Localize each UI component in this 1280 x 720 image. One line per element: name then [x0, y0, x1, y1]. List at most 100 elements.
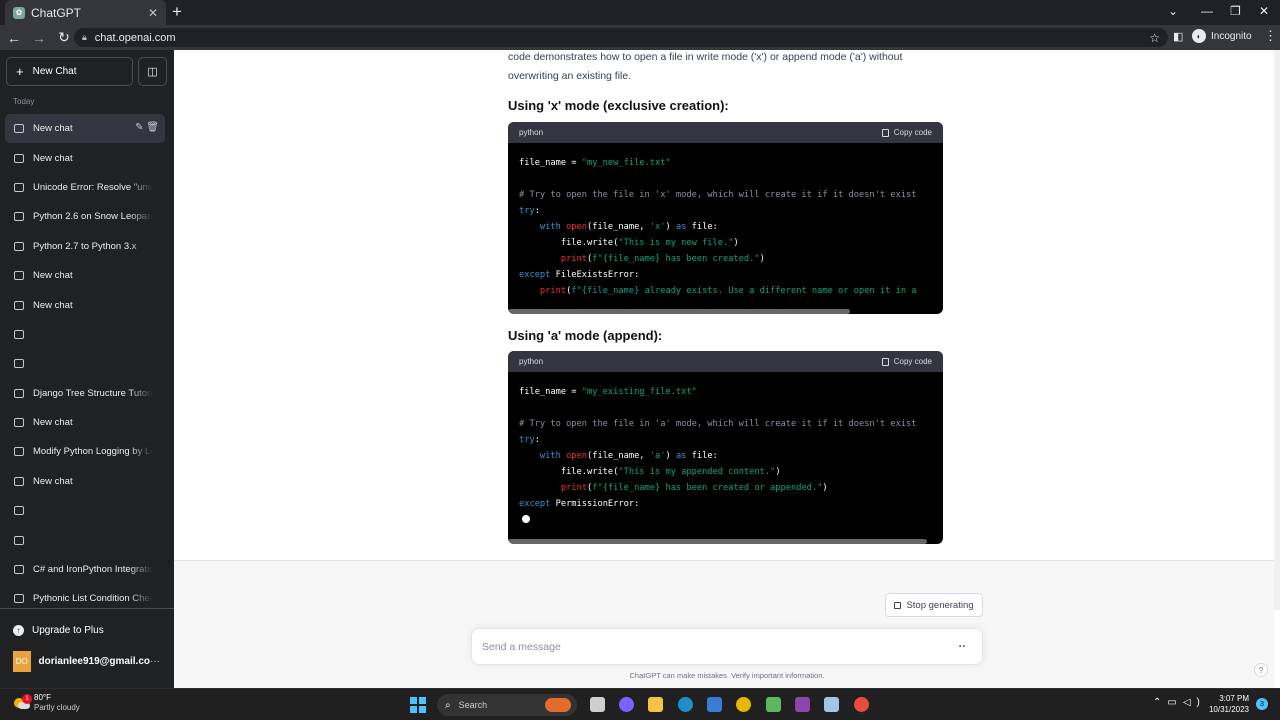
chat-list-item[interactable]: Unicode Error: Resolve "unicode — [5, 173, 165, 202]
clipboard-icon — [881, 128, 889, 137]
message-input[interactable] — [482, 640, 922, 653]
image-app-icon[interactable] — [824, 697, 839, 712]
chat-list-item[interactable] — [5, 349, 165, 378]
chat-list-item[interactable] — [5, 496, 165, 525]
forward-arrow-icon[interactable]: → — [28, 30, 50, 46]
browser-tab-chatgpt[interactable]: ✿ ChatGPT ✕ — [5, 0, 166, 25]
notification-badge[interactable]: 3 — [1256, 698, 1268, 710]
chat-list-item-label: C# and IronPython Integration — [33, 564, 153, 576]
help-button[interactable]: ? — [1254, 663, 1268, 677]
stop-generating-button[interactable]: Stop generating — [885, 593, 983, 617]
sidebar: + New Chat ◫ Today New chat ✎ 🗑︎ New chat U… — [0, 50, 174, 688]
chat-list-item[interactable] — [5, 320, 165, 349]
edit-delete-icons[interactable]: ✎ 🗑︎ — [135, 122, 159, 133]
clipboard-icon — [881, 357, 889, 366]
section-heading-a-mode: Using 'a' mode (append): — [508, 328, 663, 343]
reload-icon[interactable]: ↻ — [53, 29, 75, 46]
main-scrollbar[interactable] — [1274, 50, 1280, 610]
chat-bubble-icon — [14, 182, 24, 192]
task-view-icon[interactable] — [590, 697, 605, 712]
more-options-icon[interactable]: ··· — [150, 656, 160, 667]
address-bar[interactable]: 🔒︎ chat.openai.com ☆ — [74, 28, 1168, 47]
back-arrow-icon[interactable]: ← — [3, 30, 25, 46]
assistant-intro-text: code demonstrates how to open a file in … — [508, 51, 903, 82]
clock-date: 10/31/2023 — [1208, 705, 1249, 714]
browser-menu-icon[interactable]: ⋮ — [1264, 28, 1277, 44]
close-tab-icon[interactable]: ✕ — [148, 6, 158, 20]
chat-list-item[interactable]: Modify Python Logging by Level — [5, 437, 165, 466]
chat-list-item[interactable]: New chat ✎ 🗑︎ — [5, 114, 165, 144]
chrome-active-icon[interactable] — [854, 697, 869, 712]
taskbar-clock[interactable]: 3:07 PM 10/31/2023 — [1207, 693, 1249, 715]
chat-bubble-icon — [14, 506, 24, 516]
user-account-button[interactable]: DO dorianlee919@gmail.co ··· — [0, 645, 174, 677]
weather-widget[interactable]: 1 80°F Partly cloudy — [14, 693, 80, 713]
minimize-icon[interactable]: — — [1201, 4, 1213, 18]
chat-list-item[interactable]: New chat — [5, 143, 165, 172]
bookmark-star-icon[interactable]: ☆ — [1149, 31, 1160, 45]
sidebar-toggle-icon[interactable]: ◫ — [138, 57, 167, 86]
chat-list-item[interactable]: Python 2.6 on Snow Leopard — [5, 202, 165, 231]
windows-start-icon[interactable] — [410, 697, 426, 713]
incognito-indicator[interactable]: ◐ Incognito — [1192, 29, 1252, 43]
chat-bubble-icon — [14, 212, 24, 222]
chat-list-item[interactable]: New chat — [5, 467, 165, 496]
code-horizontal-scrollbar[interactable] — [508, 539, 927, 544]
copy-code-label: Copy code — [893, 128, 932, 137]
copy-code-button[interactable]: Copy code — [881, 128, 932, 137]
chat-bubble-icon — [14, 565, 24, 575]
chat-list-item[interactable]: C# and IronPython Integration — [5, 555, 165, 584]
sidebar-footer: ↑ Upgrade to Plus DO dorianlee919@gmail.… — [0, 608, 174, 677]
taskbar-search[interactable]: ⌕ Search — [437, 694, 577, 716]
vpn-app-icon[interactable] — [795, 697, 810, 712]
upgrade-to-plus-button[interactable]: ↑ Upgrade to Plus — [0, 615, 174, 645]
close-window-icon[interactable]: ✕ — [1259, 4, 1269, 18]
code-horizontal-scrollbar[interactable] — [508, 309, 850, 314]
chat-list-item-label: Django Tree Structure Tutorial — [33, 387, 153, 399]
copy-code-button[interactable]: Copy code — [881, 357, 932, 366]
disclaimer-text: ChatGPT can make mistakes. Verify import… — [629, 671, 825, 680]
chat-bubble-icon — [14, 153, 24, 163]
chrome-browser-icon[interactable] — [736, 697, 751, 712]
chat-list-item[interactable]: New chat — [5, 408, 165, 437]
partly-cloudy-icon: 1 — [14, 694, 32, 710]
search-highlight-icon — [545, 698, 571, 712]
chat-list-item-label: New chat — [33, 152, 73, 164]
chat-bubble-icon — [14, 535, 24, 545]
chat-list-item-label: Modify Python Logging by Level — [33, 446, 153, 458]
message-composer: ·· — [471, 628, 983, 665]
chat-list-item-label: New chat — [33, 475, 73, 487]
chat-list-item-label: New chat — [33, 270, 73, 282]
chat-list-item[interactable]: New chat — [5, 290, 165, 319]
chat-bubble-icon — [14, 329, 24, 339]
notepad-app-icon[interactable] — [766, 697, 781, 712]
chat-list-item[interactable]: Django Tree Structure Tutorial — [5, 379, 165, 408]
chat-list-item[interactable] — [5, 525, 165, 554]
chat-bubble-icon — [14, 447, 24, 457]
side-panel-icon[interactable]: ◧ — [1173, 30, 1183, 43]
new-chat-button[interactable]: + New Chat — [6, 57, 133, 86]
code-language-label: python — [519, 357, 544, 366]
lock-icon: 🔒︎ — [82, 32, 87, 42]
tab-search-chevron-icon[interactable]: ⌄ — [1168, 4, 1178, 18]
temperature: 80°F — [34, 693, 51, 702]
chat-list-item-label: Python 2.6 on Snow Leopard — [33, 211, 153, 223]
new-tab-icon[interactable]: + — [172, 3, 182, 21]
code-content-x-mode: file_name = "my_new_file.txt" # Try to o… — [519, 158, 917, 296]
chat-list-item-label: Pythonic List Condition Check — [33, 593, 153, 605]
code-block-header: python Copy code — [508, 351, 943, 372]
system-tray-icons[interactable]: ⌃▭◁) — [1153, 697, 1206, 708]
chat-bubble-icon — [14, 476, 24, 486]
browser-tabstrip: ✿ ChatGPT ✕ + ⌄ — ❐ ✕ — [0, 0, 1280, 25]
chat-app-icon[interactable] — [619, 697, 634, 712]
section-label-today: Today — [13, 97, 35, 106]
chat-list-item[interactable]: New chat — [5, 261, 165, 290]
file-explorer-icon[interactable] — [648, 697, 663, 712]
code-language-label: python — [519, 128, 544, 137]
restore-icon[interactable]: ❐ — [1230, 4, 1241, 18]
edge-browser-icon[interactable] — [678, 697, 693, 712]
chat-list-item-label: New chat — [33, 299, 73, 311]
chat-bubble-icon — [14, 124, 24, 134]
chat-list-item[interactable]: Python 2.7 to Python 3.x — [5, 232, 165, 261]
microsoft-store-icon[interactable] — [707, 697, 722, 712]
